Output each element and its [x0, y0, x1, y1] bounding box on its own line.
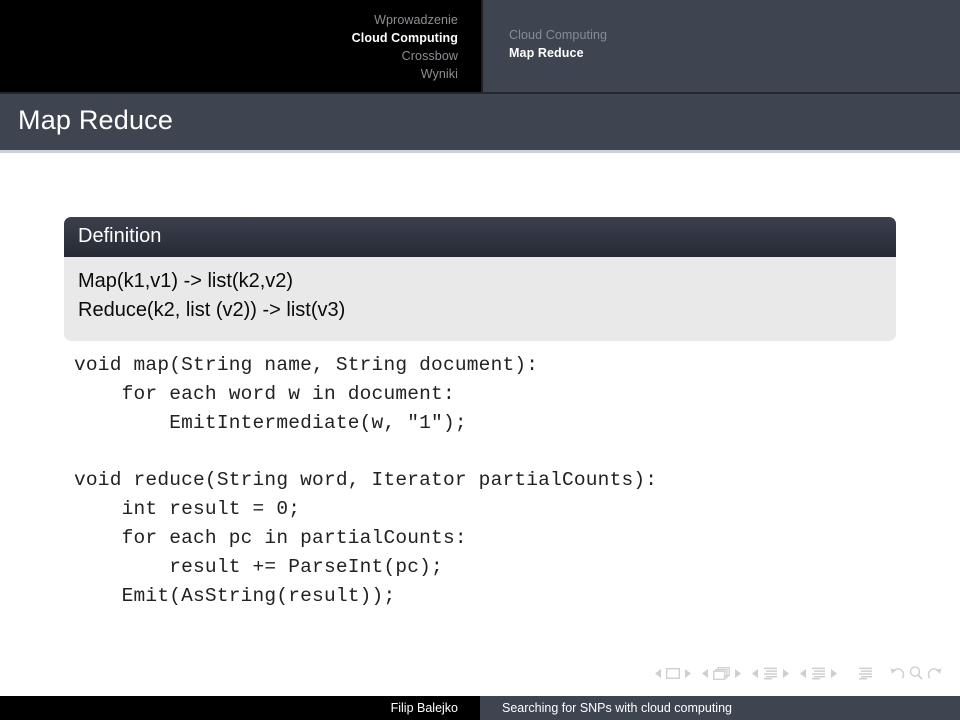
- nav-section-crossbow[interactable]: Crossbow: [402, 47, 458, 65]
- slide-navigation-group: [655, 667, 691, 679]
- section-navigation-group: [800, 667, 837, 680]
- nav-subsection-map-reduce[interactable]: Map Reduce: [509, 44, 584, 62]
- slide-current-icon[interactable]: [666, 667, 680, 679]
- section-current-icon[interactable]: [811, 667, 826, 680]
- definition-block-body: Map(k1,v1) -> list(k2,v2) Reduce(k2, lis…: [64, 257, 896, 341]
- subsection-next-icon[interactable]: [782, 668, 789, 678]
- presentation-icon[interactable]: [858, 667, 873, 680]
- back-icon[interactable]: [890, 666, 905, 680]
- subsection-prev-icon[interactable]: [752, 668, 759, 678]
- definition-line-map: Map(k1,v1) -> list(k2,v2): [78, 270, 294, 292]
- footline: Filip Balejko Searching for SNPs with cl…: [0, 696, 960, 720]
- definition-line-reduce: Reduce(k2, list (v2)) -> list(v3): [78, 299, 346, 321]
- subsection-navigation: Cloud Computing Map Reduce: [481, 0, 960, 92]
- definition-block-title: Definition: [64, 217, 896, 257]
- subsection-navigation-group: [752, 667, 789, 680]
- frame-navigation-group: [702, 666, 741, 680]
- slide-prev-icon[interactable]: [655, 668, 662, 678]
- footer-title: Searching for SNPs with cloud computing: [480, 696, 960, 720]
- slide-next-icon[interactable]: [684, 668, 691, 678]
- definition-block: Definition Map(k1,v1) -> list(k2,v2) Red…: [64, 217, 896, 341]
- section-navigation: Wprowadzenie Cloud Computing Crossbow Wy…: [0, 0, 481, 92]
- beamer-navigation-symbols: [655, 666, 946, 680]
- footer-author: Filip Balejko: [0, 696, 480, 720]
- frame-next-icon[interactable]: [734, 668, 741, 678]
- code-listing-reduce: void reduce(String word, Iterator partia…: [74, 469, 658, 607]
- forward-icon[interactable]: [927, 666, 942, 680]
- nav-section-wyniki[interactable]: Wyniki: [421, 65, 458, 83]
- presentation-group: [858, 667, 873, 680]
- search-icon[interactable]: [909, 666, 923, 680]
- history-navigation-group: [890, 666, 942, 680]
- frame-title-underline: [0, 150, 960, 153]
- code-listing-map: void map(String name, String document): …: [74, 354, 539, 434]
- frame-current-icon[interactable]: [713, 666, 730, 680]
- section-next-icon[interactable]: [830, 668, 837, 678]
- nav-section-wprowadzenie[interactable]: Wprowadzenie: [374, 11, 458, 29]
- subsection-current-icon[interactable]: [763, 667, 778, 680]
- section-prev-icon[interactable]: [800, 668, 807, 678]
- frame-title: Map Reduce: [18, 105, 174, 135]
- nav-subsection-cloud-computing[interactable]: Cloud Computing: [509, 26, 607, 44]
- frame-prev-icon[interactable]: [702, 668, 709, 678]
- headline-navigation: Wprowadzenie Cloud Computing Crossbow Wy…: [0, 0, 960, 92]
- nav-section-cloud-computing[interactable]: Cloud Computing: [352, 29, 458, 47]
